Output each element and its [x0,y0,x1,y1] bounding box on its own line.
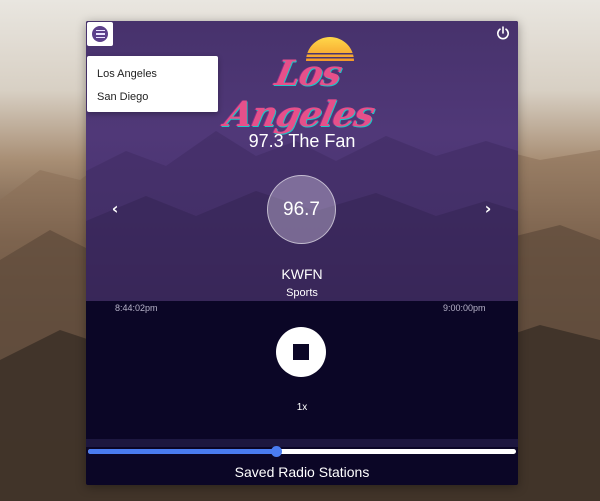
city-logo: Los Angeles [211,27,391,135]
city-dropdown: Los Angeles San Diego [87,56,218,112]
playback-speed[interactable]: 1x [86,402,518,413]
stop-button[interactable] [276,327,326,377]
stop-icon [293,344,309,360]
menu-button[interactable] [87,22,113,46]
saved-stations-heading[interactable]: Saved Radio Stations [86,464,518,480]
frequency-badge: 96.7 [267,175,336,244]
radio-player: Los Angeles 97.3 The Fan ‹ 96.7 › KWFN S… [86,21,518,485]
volume-thumb[interactable] [271,446,282,457]
start-time: 8:44:02pm [115,303,158,313]
call-sign: KWFN [281,266,323,282]
chevron-left-icon[interactable]: ‹ [108,199,122,219]
progress-track [86,439,518,447]
volume-fill [88,449,276,454]
chevron-right-icon[interactable]: › [481,199,495,219]
station-name: 97.3 The Fan [248,131,356,151]
city-option-san-diego[interactable]: San Diego [87,86,218,109]
end-time: 9:00:00pm [443,303,486,313]
genre-label: Sports [286,287,318,299]
hamburger-menu-icon [92,26,108,42]
power-icon[interactable] [495,25,511,41]
volume-slider[interactable] [88,446,516,457]
city-option-los-angeles[interactable]: Los Angeles [87,63,218,86]
logo-text: Los Angeles [221,53,378,135]
